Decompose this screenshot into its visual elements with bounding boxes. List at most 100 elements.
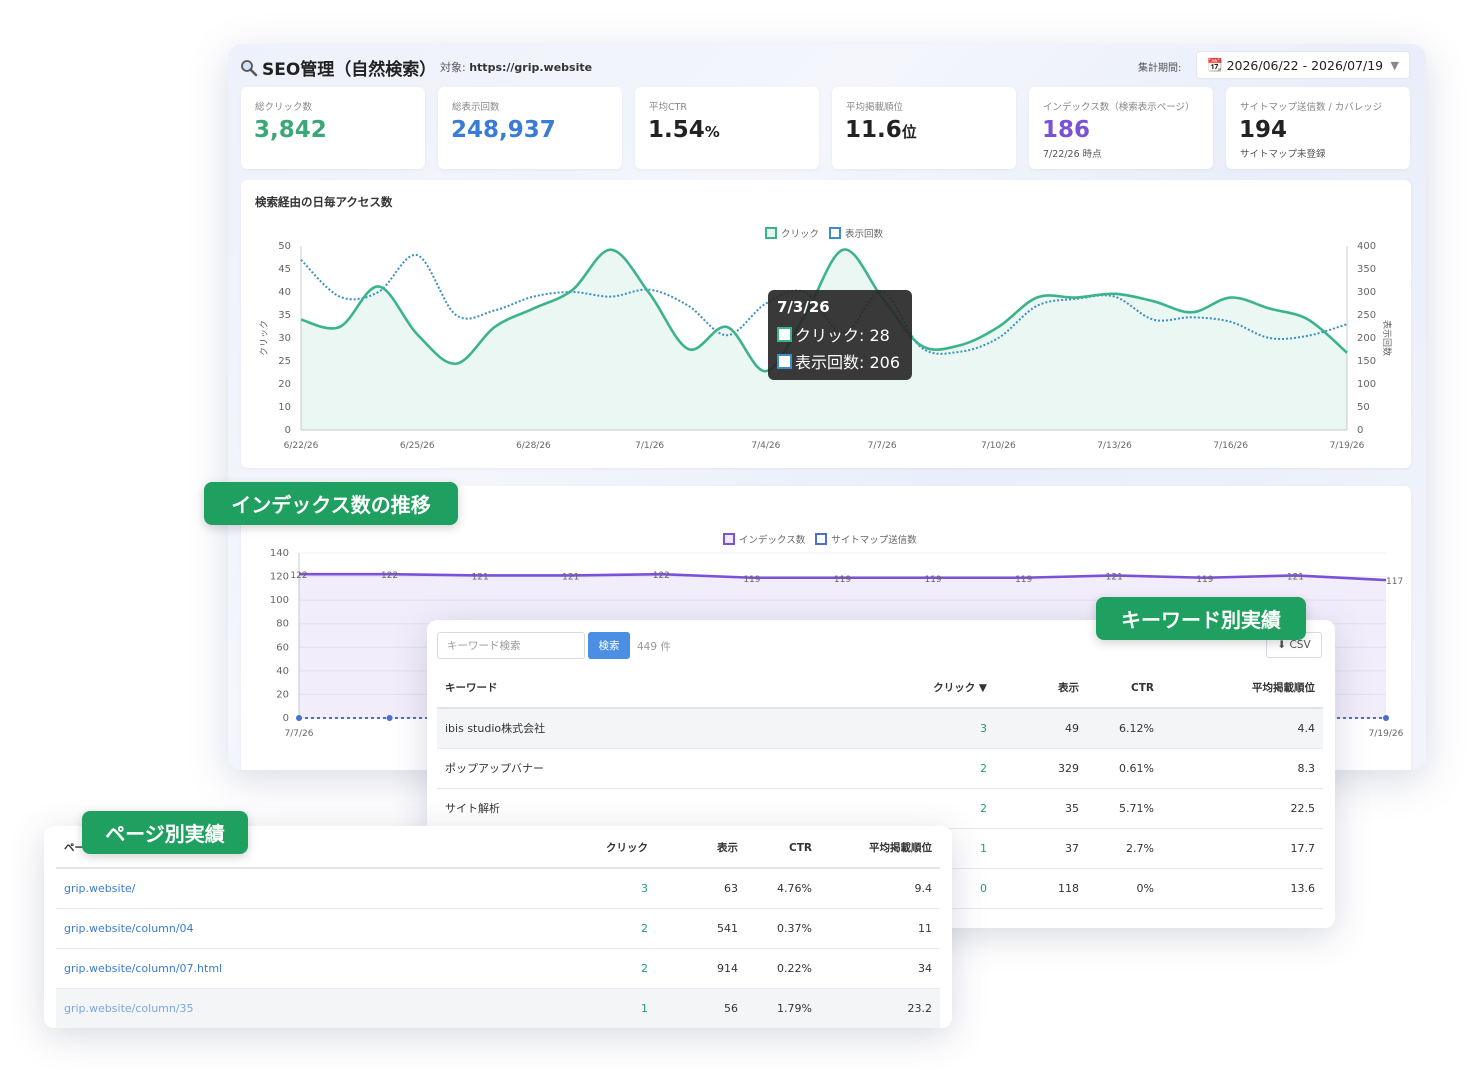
kpi-average-position: 平均掲載順位 11.6位: [832, 87, 1016, 169]
y-right-tick-label: 50: [1357, 402, 1370, 413]
y-left-tick-label: 20: [278, 379, 291, 390]
table-header-row: キーワード クリック ▼ 表示 CTR 平均掲載順位: [437, 668, 1323, 709]
y-right-tick-label: 150: [1357, 356, 1376, 367]
kpi-sub: サイトマップ未登録: [1240, 149, 1326, 160]
table-row[interactable]: ポップアップバナー 2 329 0.61% 8.3: [437, 748, 1323, 789]
index-data-label: 119: [1015, 575, 1032, 585]
table-row[interactable]: サイト解析 2 35 5.71% 22.5: [437, 788, 1323, 829]
page-link[interactable]: grip.website/: [56, 868, 496, 909]
sitemap-point: [296, 715, 302, 721]
y-left-tick-label: 45: [278, 264, 291, 275]
kpi-label: 総クリック数: [255, 102, 313, 113]
col-clicks[interactable]: クリック: [496, 828, 656, 869]
table-row[interactable]: grip.website/3 63 4.76% 9.4: [56, 868, 940, 909]
page-title: SEO管理（自然検索）: [240, 55, 436, 80]
x-tick-label: 7/19/26: [1369, 729, 1404, 739]
kpi-label: サイトマップ送信数 / カバレッジ: [1240, 102, 1383, 113]
tooltip-date: 7/3/26: [777, 298, 830, 316]
y-tick-label: 60: [276, 642, 289, 653]
col-impressions[interactable]: 表示: [995, 668, 1087, 709]
x-tick-label: 6/22/26: [284, 441, 319, 451]
page-link[interactable]: grip.website/column/35: [56, 988, 496, 1028]
y-left-tick-label: 25: [278, 356, 291, 367]
y-left-tick-label: 50: [278, 241, 291, 252]
page-table-card: ペー クリック 表示 CTR 平均掲載順位 grip.website/3 63 4.…: [44, 826, 952, 1028]
tooltip-impr-row: 表示回数: 206: [777, 349, 903, 373]
y-tick-label: 20: [276, 689, 289, 700]
period-label: 集計期間:: [1138, 63, 1182, 74]
index-data-label: 117: [1386, 577, 1403, 587]
x-tick-label: 7/10/26: [981, 441, 1016, 451]
y-right-axis-label: 表示回数: [1381, 320, 1393, 356]
period-value: 2026/06/22 - 2026/07/19: [1226, 57, 1384, 73]
col-clicks-sort[interactable]: クリック ▼: [797, 668, 995, 709]
y-right-tick-label: 100: [1357, 379, 1376, 390]
keyword-results-badge: キーワード別実績: [1096, 597, 1306, 640]
x-tick-label: 7/16/26: [1213, 441, 1248, 451]
kpi-label: 総表示回数: [452, 102, 500, 113]
col-ctr[interactable]: CTR: [1087, 668, 1162, 709]
y-left-tick-label: 10: [278, 402, 291, 413]
y-tick-label: 120: [270, 572, 289, 583]
kpi-label: インデックス数（検索表示ページ）: [1043, 102, 1195, 113]
kpi-label: 平均CTR: [649, 102, 688, 113]
kpi-value: 186: [1042, 117, 1091, 143]
y-right-tick-label: 400: [1357, 241, 1376, 252]
col-impressions[interactable]: 表示: [656, 828, 746, 869]
table-row[interactable]: grip.website/column/04 2 541 0.37% 11: [56, 908, 940, 949]
index-data-label: 119: [924, 575, 941, 585]
x-tick-label: 7/7/26: [285, 729, 314, 739]
kpi-sub: 7/22/26 時点: [1043, 149, 1102, 160]
index-data-label: 121: [472, 572, 489, 582]
table-row[interactable]: grip.website/column/07.html 2 914 0.22% 34: [56, 948, 940, 989]
y-tick-label: 0: [283, 713, 289, 724]
y-right-tick-label: 0: [1357, 425, 1363, 436]
col-ctr[interactable]: CTR: [746, 828, 820, 869]
y-left-tick-label: 30: [278, 333, 291, 344]
tooltip-click-swatch: [777, 326, 792, 342]
y-right-tick-label: 350: [1357, 264, 1376, 275]
keyword-search-input[interactable]: キーワード検索: [437, 632, 585, 659]
tooltip-click-row: クリック: 28: [777, 322, 903, 346]
col-position[interactable]: 平均掲載順位: [1162, 668, 1323, 709]
index-trend-badge: インデックス数の推移: [204, 482, 458, 525]
search-button[interactable]: 検索: [588, 632, 630, 659]
result-count: 449 件: [637, 641, 671, 653]
sitemap-point: [1383, 715, 1389, 721]
kpi-total-impressions: 総表示回数 248,937: [438, 87, 622, 169]
index-data-label: 121: [562, 572, 579, 582]
chart-tooltip: 7/3/26 クリック: 28 表示回数: 206: [768, 290, 912, 380]
x-tick-label: 7/19/26: [1330, 441, 1365, 451]
index-data-label: 119: [1196, 575, 1213, 585]
chevron-down-icon: ▼: [1390, 58, 1399, 72]
y-tick-label: 40: [276, 666, 289, 677]
period-select[interactable]: 📆 2026/06/22 - 2026/07/19 ▼: [1196, 51, 1410, 79]
y-left-axis-label: クリック: [259, 320, 270, 356]
y-right-tick-label: 250: [1357, 310, 1376, 321]
x-tick-label: 7/1/26: [635, 441, 664, 451]
table-row[interactable]: ibis studio株式会社 3 49 6.12% 4.4: [437, 708, 1323, 749]
x-tick-label: 6/25/26: [400, 441, 435, 451]
target-label: 対象:: [440, 61, 466, 74]
x-tick-label: 7/13/26: [1097, 441, 1132, 451]
y-right-tick-label: 300: [1357, 287, 1376, 298]
y-left-tick-label: 35: [278, 310, 291, 321]
index-data-label: 121: [1106, 572, 1123, 582]
y-tick-label: 100: [270, 595, 289, 606]
col-keyword[interactable]: キーワード: [437, 668, 797, 709]
x-tick-label: 6/28/26: [516, 441, 551, 451]
col-position[interactable]: 平均掲載順位: [820, 828, 940, 869]
index-data-label: 119: [743, 575, 760, 585]
kpi-value: 11.6位: [845, 117, 917, 143]
kpi-value: 1.54%: [648, 117, 720, 143]
page-link[interactable]: grip.website/column/07.html: [56, 948, 496, 989]
index-data-label: 122: [290, 571, 307, 581]
table-row[interactable]: grip.website/column/35 1 56 1.79% 23.2: [56, 988, 940, 1028]
kpi-average-ctr: 平均CTR 1.54%: [635, 87, 819, 169]
sitemap-point: [386, 715, 393, 721]
kpi-sitemap-coverage: サイトマップ送信数 / カバレッジ 194 サイトマップ未登録: [1226, 87, 1410, 169]
kpi-value: 248,937: [451, 117, 556, 143]
page-link[interactable]: grip.website/column/04: [56, 908, 496, 949]
y-left-tick-label: 40: [278, 287, 291, 298]
y-tick-label: 80: [276, 619, 289, 630]
